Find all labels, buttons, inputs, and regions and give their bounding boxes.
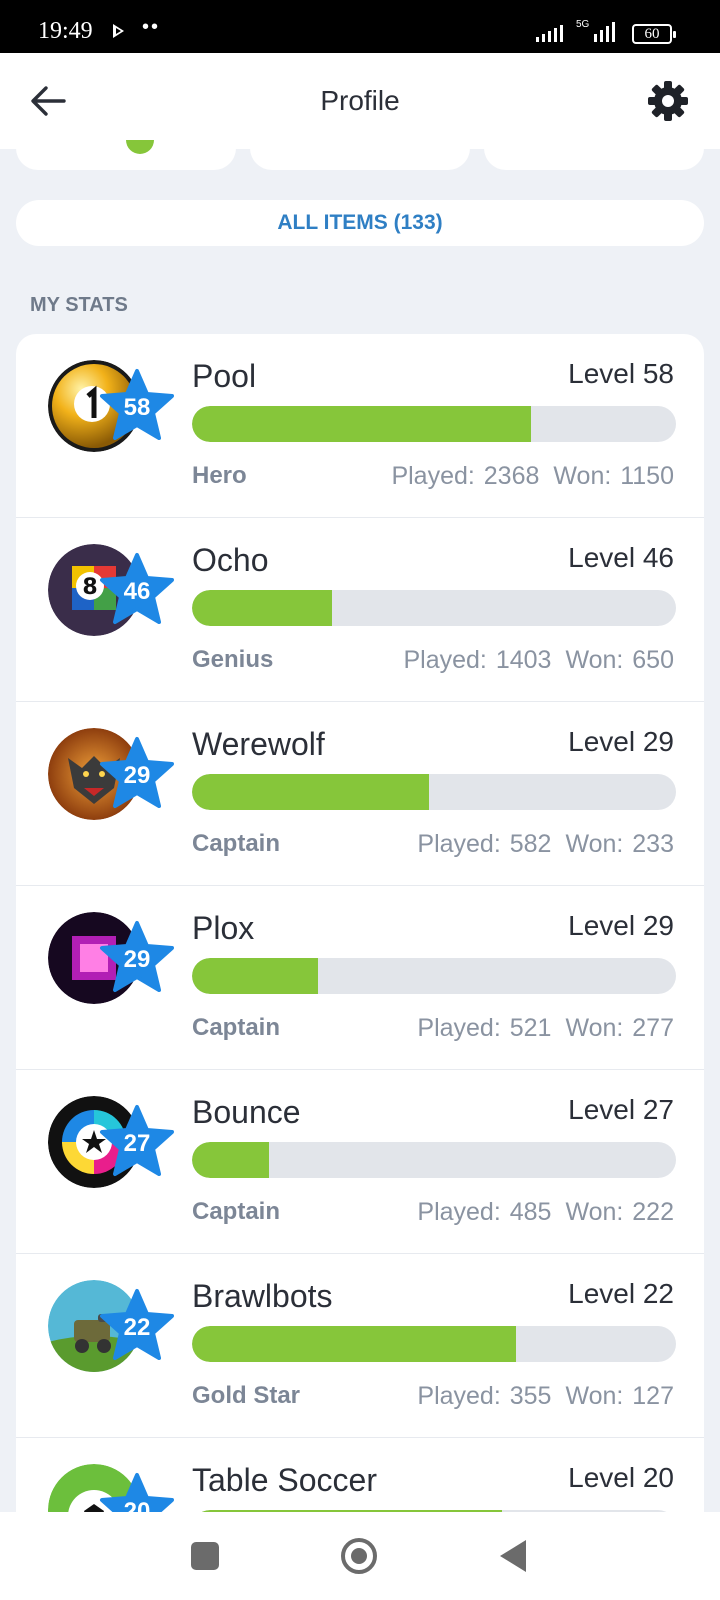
level-star-badge: 46 xyxy=(98,552,176,630)
status-time: 19:49 xyxy=(38,18,93,44)
stat-row-werewolf[interactable]: 29 Werewolf Level 29 Captain Played: 582… xyxy=(16,702,704,886)
all-items-button[interactable]: ALL ITEMS (133) xyxy=(16,200,704,246)
played-count: Played: 582 xyxy=(417,830,552,858)
level-progress-fill xyxy=(192,1326,517,1362)
item-card[interactable] xyxy=(16,130,236,170)
level-badge-number: 46 xyxy=(123,578,151,605)
game-name: Bounce xyxy=(192,1094,301,1130)
played-count: Played: 1403 xyxy=(403,646,552,674)
level-badge-number: 20 xyxy=(123,1498,151,1512)
item-card[interactable] xyxy=(484,130,704,170)
network-type: 5G xyxy=(576,19,590,30)
stat-row-table-soccer[interactable]: 20 Table Soccer Level 20 xyxy=(16,1438,704,1512)
game-name: Werewolf xyxy=(192,726,325,762)
rank-title: Genius xyxy=(192,646,274,673)
game-level: Level 46 xyxy=(568,542,674,573)
level-progress-bar xyxy=(192,774,676,810)
level-star-badge: 20 xyxy=(98,1472,176,1512)
played-won-stats: Played: 582 Won: 233 xyxy=(417,830,674,859)
stat-row-brawlbots[interactable]: 22 Brawlbots Level 22 Gold Star Played: … xyxy=(16,1254,704,1438)
stat-row-pool[interactable]: 58 Pool Level 58 Hero Played: 2368 Won: 1… xyxy=(16,334,704,518)
home-button[interactable] xyxy=(341,1538,377,1574)
level-star-badge: 29 xyxy=(98,736,176,814)
back-nav-button[interactable] xyxy=(500,1540,526,1572)
game-level: Level 29 xyxy=(568,910,674,941)
played-won-stats: Played: 1403 Won: 650 xyxy=(403,646,674,675)
rank-title: Captain xyxy=(192,1014,281,1041)
item-card[interactable] xyxy=(250,130,470,170)
level-progress-fill xyxy=(192,590,333,626)
played-won-stats: Played: 355 Won: 127 xyxy=(417,1382,674,1411)
level-badge-number: 29 xyxy=(123,762,151,789)
status-bar: 19:49 •• 5G 60 xyxy=(0,0,720,53)
signal-5g-icon xyxy=(594,22,615,42)
played-count: Played: 2368 xyxy=(391,462,540,490)
notification-dots: •• xyxy=(142,16,161,38)
played-count: Played: 521 xyxy=(417,1014,552,1042)
game-name: Table Soccer xyxy=(192,1462,377,1498)
level-progress-fill xyxy=(192,774,430,810)
svg-text:8: 8 xyxy=(82,575,97,600)
level-progress-fill xyxy=(192,406,531,442)
game-level: Level 27 xyxy=(568,1094,674,1125)
level-progress-bar xyxy=(192,590,676,626)
game-name: Brawlbots xyxy=(192,1278,333,1314)
stats-list: 58 Pool Level 58 Hero Played: 2368 Won: 1… xyxy=(16,334,704,1512)
level-progress-bar xyxy=(192,1326,676,1362)
game-level: Level 22 xyxy=(568,1278,674,1309)
played-count: Played: 355 xyxy=(417,1382,552,1410)
game-name: Ocho xyxy=(192,542,269,578)
stat-row-plox[interactable]: 29 Plox Level 29 Captain Played: 521 Won:… xyxy=(16,886,704,1070)
played-won-stats: Played: 521 Won: 277 xyxy=(417,1014,674,1043)
won-count: Won: 222 xyxy=(565,1198,674,1226)
rank-title: Hero xyxy=(192,462,247,489)
level-progress-bar xyxy=(192,406,676,442)
level-badge-number: 27 xyxy=(123,1130,151,1157)
level-badge-number: 29 xyxy=(123,946,151,973)
level-star-badge: 22 xyxy=(98,1288,176,1366)
settings-button[interactable] xyxy=(644,77,692,125)
level-badge-number: 58 xyxy=(123,394,151,421)
won-count: Won: 650 xyxy=(565,646,674,674)
played-won-stats: Played: 485 Won: 222 xyxy=(417,1198,674,1227)
played-count: Played: 485 xyxy=(417,1198,552,1226)
status-dot xyxy=(126,140,154,154)
media-play-icon xyxy=(113,24,124,38)
won-count: Won: 277 xyxy=(565,1014,674,1042)
level-star-badge: 58 xyxy=(98,368,176,446)
battery-icon: 60 xyxy=(632,24,676,44)
rank-title: Captain xyxy=(192,830,281,857)
played-won-stats: Played: 2368 Won: 1150 xyxy=(391,462,674,491)
level-progress-fill xyxy=(192,958,318,994)
game-level: Level 29 xyxy=(568,726,674,757)
level-badge-number: 22 xyxy=(123,1314,151,1341)
rank-title: Captain xyxy=(192,1198,281,1225)
level-star-badge: 29 xyxy=(98,920,176,998)
signal-icon xyxy=(536,22,563,42)
system-nav-bar xyxy=(0,1512,720,1600)
rank-title: Gold Star xyxy=(192,1382,301,1409)
game-name: Plox xyxy=(192,910,255,946)
page-title: Profile xyxy=(320,85,400,116)
gear-icon xyxy=(648,81,688,121)
stat-row-bounce[interactable]: 27 Bounce Level 27 Captain Played: 485 Wo… xyxy=(16,1070,704,1254)
level-progress-fill xyxy=(192,1142,270,1178)
section-title-my-stats: MY STATS xyxy=(30,294,128,316)
game-level: Level 20 xyxy=(568,1462,674,1493)
won-count: Won: 233 xyxy=(565,830,674,858)
won-count: Won: 127 xyxy=(565,1382,674,1410)
game-level: Level 58 xyxy=(568,358,674,389)
level-star-badge: 27 xyxy=(98,1104,176,1182)
level-progress-bar xyxy=(192,1142,676,1178)
game-name: Pool xyxy=(192,358,257,394)
level-progress-bar xyxy=(192,958,676,994)
recents-button[interactable] xyxy=(191,1542,219,1570)
stat-row-ocho[interactable]: 8 46 Ocho Level 46 Genius Played: 1403 Wo… xyxy=(16,518,704,702)
won-count: Won: 1150 xyxy=(553,462,674,490)
